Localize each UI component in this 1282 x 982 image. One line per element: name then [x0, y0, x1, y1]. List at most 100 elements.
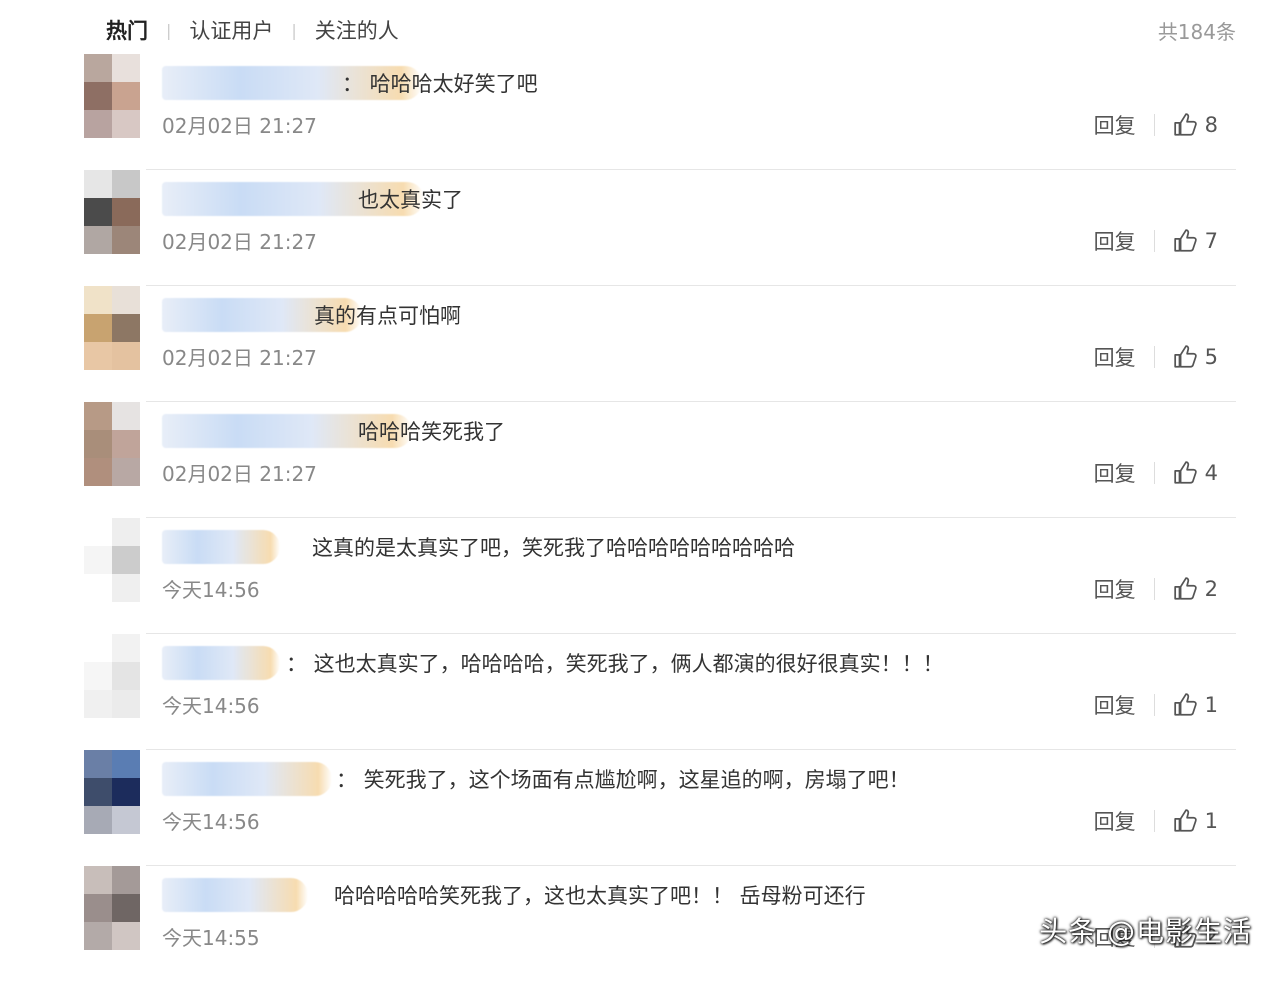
tab-separator: | — [291, 20, 297, 40]
reply-button[interactable]: 回复 — [1094, 574, 1136, 604]
comment-actions: 回复 7 — [1094, 226, 1218, 256]
avatar-pixel — [112, 82, 140, 110]
tab-separator: | — [166, 20, 172, 40]
avatar-pixel — [112, 574, 140, 602]
comment-text: 哈哈哈哈哈笑死我了，这也太真实了吧！！ 岳母粉可还行 — [334, 884, 866, 908]
comment-text: 哈哈哈笑死我了 — [358, 420, 505, 444]
thumbs-up-icon[interactable] — [1173, 344, 1199, 370]
avatar[interactable] — [84, 402, 140, 486]
comment-item: 也太真实了 02月02日 21:27 回复 7 — [84, 170, 1236, 286]
comment-time: 02月02日 21:27 — [162, 230, 317, 254]
avatar-pixel — [112, 286, 140, 314]
avatar-pixel — [112, 662, 140, 690]
avatar-pixel — [112, 402, 140, 430]
avatar-pixel — [84, 662, 112, 690]
username-blurred[interactable] — [162, 530, 280, 564]
avatar-pixel — [112, 690, 140, 718]
comment-actions: 回复 5 — [1094, 342, 1218, 372]
like-count: 5 — [1204, 345, 1218, 369]
reply-button[interactable]: 回复 — [1094, 342, 1136, 372]
avatar-pixel — [112, 54, 140, 82]
avatar-pixel — [84, 806, 112, 834]
comment-time: 02月02日 21:27 — [162, 346, 317, 370]
avatar-pixel — [112, 430, 140, 458]
thumbs-up-icon[interactable] — [1173, 576, 1199, 602]
comment-text: ： 这也太真实了，哈哈哈哈，笑死我了，俩人都演的很好很真实！！！ — [286, 652, 944, 676]
avatar-pixel — [84, 894, 112, 922]
avatar[interactable] — [84, 170, 140, 254]
comment-total-count: 共184条 — [1157, 20, 1236, 44]
comment-actions: 回复 2 — [1094, 574, 1218, 604]
avatar[interactable] — [84, 286, 140, 370]
tab-hot[interactable]: 热门 — [106, 15, 148, 45]
avatar-pixel — [84, 110, 112, 138]
tab-following[interactable]: 关注的人 — [315, 15, 399, 45]
avatar-pixel — [112, 342, 140, 370]
avatar-pixel — [112, 866, 140, 894]
avatar-pixel — [84, 866, 112, 894]
thumbs-up-icon[interactable] — [1173, 112, 1199, 138]
avatar-pixel — [112, 458, 140, 486]
tab-bar: 热门 | 认证用户 | 关注的人 — [106, 14, 399, 46]
comment-actions: 回复 1 — [1094, 690, 1218, 720]
avatar-pixel — [84, 458, 112, 486]
avatar[interactable] — [84, 866, 140, 950]
comment-text: ： 哈哈哈太好笑了吧 — [342, 72, 538, 96]
reply-button[interactable]: 回复 — [1094, 110, 1136, 140]
thumbs-up-icon[interactable] — [1173, 228, 1199, 254]
comment-time: 02月02日 21:27 — [162, 114, 317, 138]
tab-verified-users[interactable]: 认证用户 — [189, 15, 273, 45]
username-blurred[interactable] — [162, 646, 280, 680]
reply-button[interactable]: 回复 — [1094, 458, 1136, 488]
action-divider — [1153, 346, 1155, 368]
thumbs-up-icon[interactable] — [1173, 692, 1199, 718]
avatar-pixel — [112, 634, 140, 662]
username-blurred[interactable] — [162, 762, 332, 796]
comment-item: ： 哈哈哈太好笑了吧 02月02日 21:27 回复 8 — [84, 54, 1236, 170]
like-count: 7 — [1204, 229, 1218, 253]
avatar-pixel — [112, 110, 140, 138]
comment-time: 今天14:56 — [162, 694, 260, 718]
avatar-pixel — [112, 806, 140, 834]
like-count: 4 — [1204, 461, 1218, 485]
avatar-pixel — [84, 314, 112, 342]
avatar[interactable] — [84, 518, 140, 602]
comment-actions: 回复 8 — [1094, 110, 1218, 140]
action-divider — [1153, 114, 1155, 136]
avatar-pixel — [84, 342, 112, 370]
avatar-pixel — [84, 54, 112, 82]
like-count: 2 — [1204, 577, 1218, 601]
avatar[interactable] — [84, 634, 140, 718]
action-divider — [1153, 230, 1155, 252]
watermark: 头条 @电影生活 — [1039, 915, 1252, 948]
avatar-pixel — [112, 226, 140, 254]
reply-button[interactable]: 回复 — [1094, 226, 1136, 256]
comment-actions: 回复 1 — [1094, 806, 1218, 836]
avatar[interactable] — [84, 54, 140, 138]
reply-button[interactable]: 回复 — [1094, 806, 1136, 836]
avatar-pixel — [84, 430, 112, 458]
like-count: 1 — [1204, 693, 1218, 717]
avatar-pixel — [84, 778, 112, 806]
thumbs-up-icon[interactable] — [1173, 460, 1199, 486]
comment-item: 这真的是太真实了吧，笑死我了哈哈哈哈哈哈哈哈哈 今天14:56 回复 2 — [84, 518, 1236, 634]
thumbs-up-icon[interactable] — [1173, 808, 1199, 834]
avatar-pixel — [84, 82, 112, 110]
avatar-pixel — [84, 922, 112, 950]
avatar-pixel — [112, 546, 140, 574]
avatar-pixel — [84, 690, 112, 718]
avatar-pixel — [112, 314, 140, 342]
comment-time: 今天14:56 — [162, 578, 260, 602]
username-blurred[interactable] — [162, 878, 308, 912]
comment-text: 真的有点可怕啊 — [314, 304, 461, 328]
avatar-pixel — [112, 922, 140, 950]
avatar[interactable] — [84, 750, 140, 834]
comment-text: 也太真实了 — [358, 188, 463, 212]
action-divider — [1153, 462, 1155, 484]
reply-button[interactable]: 回复 — [1094, 690, 1136, 720]
avatar-pixel — [112, 894, 140, 922]
avatar-pixel — [84, 518, 112, 546]
avatar-pixel — [84, 226, 112, 254]
avatar-pixel — [84, 170, 112, 198]
avatar-pixel — [84, 198, 112, 226]
